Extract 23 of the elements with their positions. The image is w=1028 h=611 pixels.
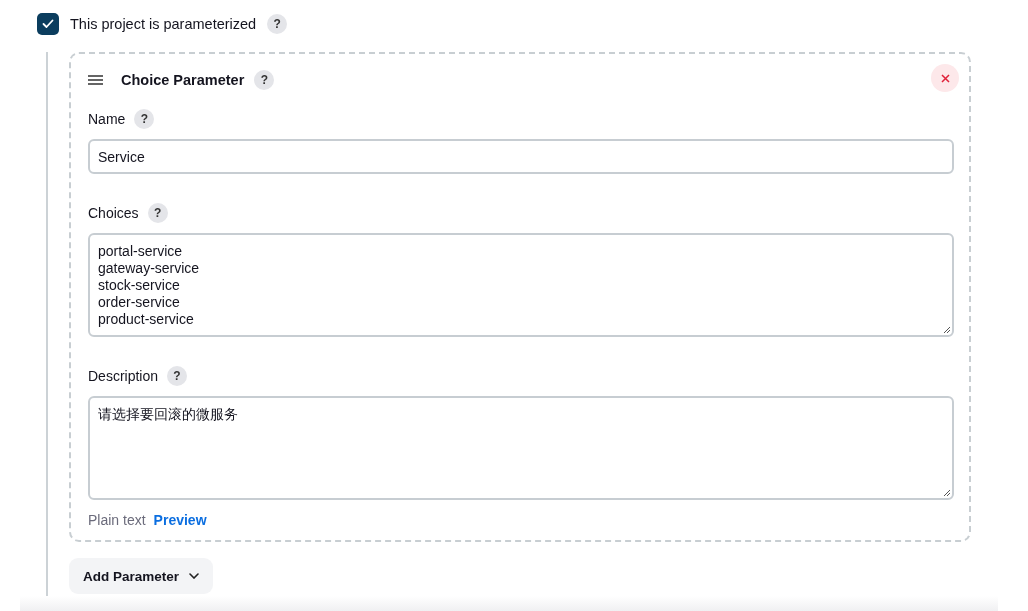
help-icon[interactable]: ? — [254, 70, 275, 90]
resize-grip-icon[interactable] — [943, 326, 950, 333]
checkbox[interactable] — [37, 13, 59, 35]
check-icon — [42, 19, 54, 29]
add-parameter-button[interactable]: Add Parameter — [69, 558, 214, 594]
help-icon[interactable]: ? — [167, 366, 188, 386]
close-button[interactable] — [931, 64, 959, 92]
parameter-title: Choice Parameter — [121, 72, 245, 88]
help-icon[interactable]: ? — [134, 109, 155, 129]
text-area[interactable]: 请选择要回滚的微服务 — [98, 406, 944, 423]
preview-link[interactable]: Preview — [153, 512, 207, 528]
input-field[interactable]: Service — [88, 139, 954, 174]
drag-handle-icon[interactable] — [88, 75, 103, 85]
field-label: Choices — [88, 205, 139, 221]
chevron-down-icon — [189, 573, 200, 579]
checkbox-label: This project is parameterized — [70, 16, 257, 32]
resize-grip-icon[interactable] — [943, 489, 950, 496]
help-icon[interactable]: ? — [147, 203, 168, 223]
field-label: Description — [88, 368, 159, 384]
field-label: Name — [88, 111, 126, 127]
format-label: Plain text — [88, 512, 146, 528]
help-icon[interactable]: ? — [267, 14, 288, 34]
close-icon — [940, 73, 950, 83]
